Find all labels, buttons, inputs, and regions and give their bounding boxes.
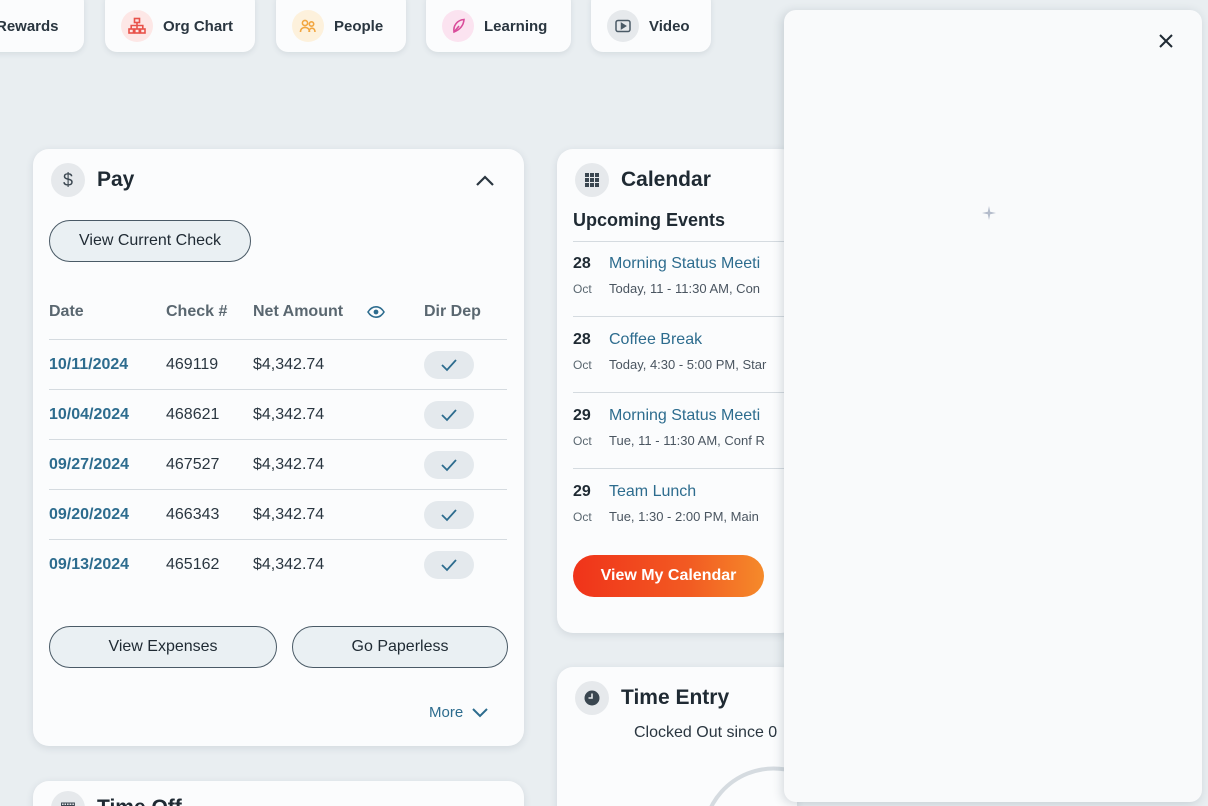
check-number: 466343 [166,506,220,523]
list-item[interactable]: 28 Oct Morning Status Meeti Today, 11 - … [573,241,797,317]
pay-card: $ Pay View Current Check Date Check # Ne… [33,149,524,746]
direct-deposit-badge [424,401,474,429]
event-day: 28 [573,331,591,348]
net-amount: $4,342.74 [253,456,325,473]
direct-deposit-badge [424,551,474,579]
dollar-icon: $ [51,163,85,197]
direct-deposit-badge [424,351,474,379]
direct-deposit-badge [424,501,474,529]
column-header-check: Check # [166,303,228,320]
event-month: Oct [573,282,592,296]
table-row: 09/27/2024 467527 $4,342.74 [49,439,507,489]
more-link[interactable]: More [429,704,489,721]
checkmark-icon [441,559,457,572]
check-date-link[interactable]: 10/04/2024 [49,406,129,424]
check-number: 467527 [166,456,220,473]
time-entry-card-header: Time Entry [575,681,729,715]
quick-link-org-chart[interactable]: Org Chart [105,0,255,52]
checkmark-icon [441,359,457,372]
column-header-net-amount: Net Amount [253,303,344,320]
event-detail: Tue, 1:30 - 2:00 PM, Main [609,509,759,524]
event-month: Oct [573,434,592,448]
list-item[interactable]: 29 Oct Morning Status Meeti Tue, 11 - 11… [573,393,797,469]
event-detail: Today, 11 - 11:30 AM, Con [609,281,761,296]
table-row: 09/20/2024 466343 $4,342.74 [49,489,507,539]
time-dial [709,766,797,806]
net-amount: $4,342.74 [253,406,325,423]
column-header-date: Date [49,303,84,320]
org-chart-icon [121,10,153,42]
quick-link-video[interactable]: Video [591,0,711,52]
event-month: Oct [573,358,592,372]
event-day: 29 [573,407,591,424]
checkmark-icon [441,409,457,422]
quick-link-label: People [334,17,384,35]
check-date-link[interactable]: 09/27/2024 [49,456,129,474]
sparkle-icon [982,206,996,225]
pay-card-header: $ Pay [51,163,134,197]
more-label: More [429,704,464,721]
list-item[interactable]: 29 Oct Team Lunch Tue, 1:30 - 2:00 PM, M… [573,469,797,545]
calendar-card: Calendar Upcoming Events 28 Oct Morning … [557,149,797,633]
time-off-card: ▦ Time Off [33,781,524,806]
learning-icon [442,10,474,42]
check-date-link[interactable]: 10/11/2024 [49,356,128,374]
checkmark-icon [441,459,457,472]
time-off-card-title: Time Off [97,796,182,806]
view-my-calendar-button[interactable]: View My Calendar [573,555,764,597]
event-detail: Today, 4:30 - 5:00 PM, Star [609,357,767,372]
close-icon[interactable] [1158,33,1174,54]
view-current-check-button[interactable]: View Current Check [49,220,251,262]
check-number: 469119 [166,356,219,373]
clock-icon [575,681,609,715]
event-title-link[interactable]: Coffee Break [609,331,702,349]
chevron-down-icon [472,707,488,717]
check-date-link[interactable]: 09/20/2024 [49,506,129,524]
video-icon [607,10,639,42]
quick-link-label: Org Chart [163,17,234,35]
eye-icon[interactable] [367,304,385,325]
event-title-link[interactable]: Morning Status Meeti [609,255,760,273]
side-panel [784,10,1202,802]
quick-link-rewards[interactable]: Rewards [0,0,84,52]
time-entry-card-title: Time Entry [621,686,730,709]
quick-link-learning[interactable]: Learning [426,0,571,52]
calendar-card-title: Calendar [621,168,711,191]
check-number: 465162 [166,556,220,573]
calendar-card-header: Calendar [575,163,711,197]
event-detail: Tue, 11 - 11:30 AM, Conf R [609,433,765,448]
direct-deposit-badge [424,451,474,479]
event-day: 28 [573,255,591,272]
event-day: 29 [573,483,591,500]
event-month: Oct [573,510,592,524]
view-expenses-button[interactable]: View Expenses [49,626,277,668]
check-date-link[interactable]: 09/13/2024 [49,556,129,574]
check-number: 468621 [166,406,220,423]
time-entry-card: Time Entry Clocked Out since 0 [557,667,797,806]
table-row: 10/11/2024 469119 $4,342.74 [49,339,507,389]
table-row: 10/04/2024 468621 $4,342.74 [49,389,507,439]
column-header-dir-dep: Dir Dep [424,303,481,320]
collapse-chevron-up-icon[interactable] [473,169,497,198]
calendar-off-icon: ▦ [51,791,85,806]
event-title-link[interactable]: Morning Status Meeti [609,407,760,425]
table-row: 09/13/2024 465162 $4,342.74 [49,539,507,589]
checkmark-icon [441,509,457,522]
quick-link-people[interactable]: People [276,0,406,52]
pay-card-title: Pay [97,168,135,191]
go-paperless-button[interactable]: Go Paperless [292,626,508,668]
quick-link-label: Learning [484,17,548,35]
quick-link-label: Rewards [0,17,59,35]
list-item[interactable]: 28 Oct Coffee Break Today, 4:30 - 5:00 P… [573,317,797,393]
clock-status: Clocked Out since 0 [634,724,778,741]
people-icon [292,10,324,42]
time-off-card-header: ▦ Time Off [51,791,182,806]
net-amount: $4,342.74 [253,556,325,573]
calendar-grid-icon [575,163,609,197]
event-title-link[interactable]: Team Lunch [609,483,696,501]
upcoming-events-heading: Upcoming Events [573,210,797,242]
net-amount: $4,342.74 [253,356,325,373]
net-amount: $4,342.74 [253,506,325,523]
quick-link-label: Video [649,17,690,35]
